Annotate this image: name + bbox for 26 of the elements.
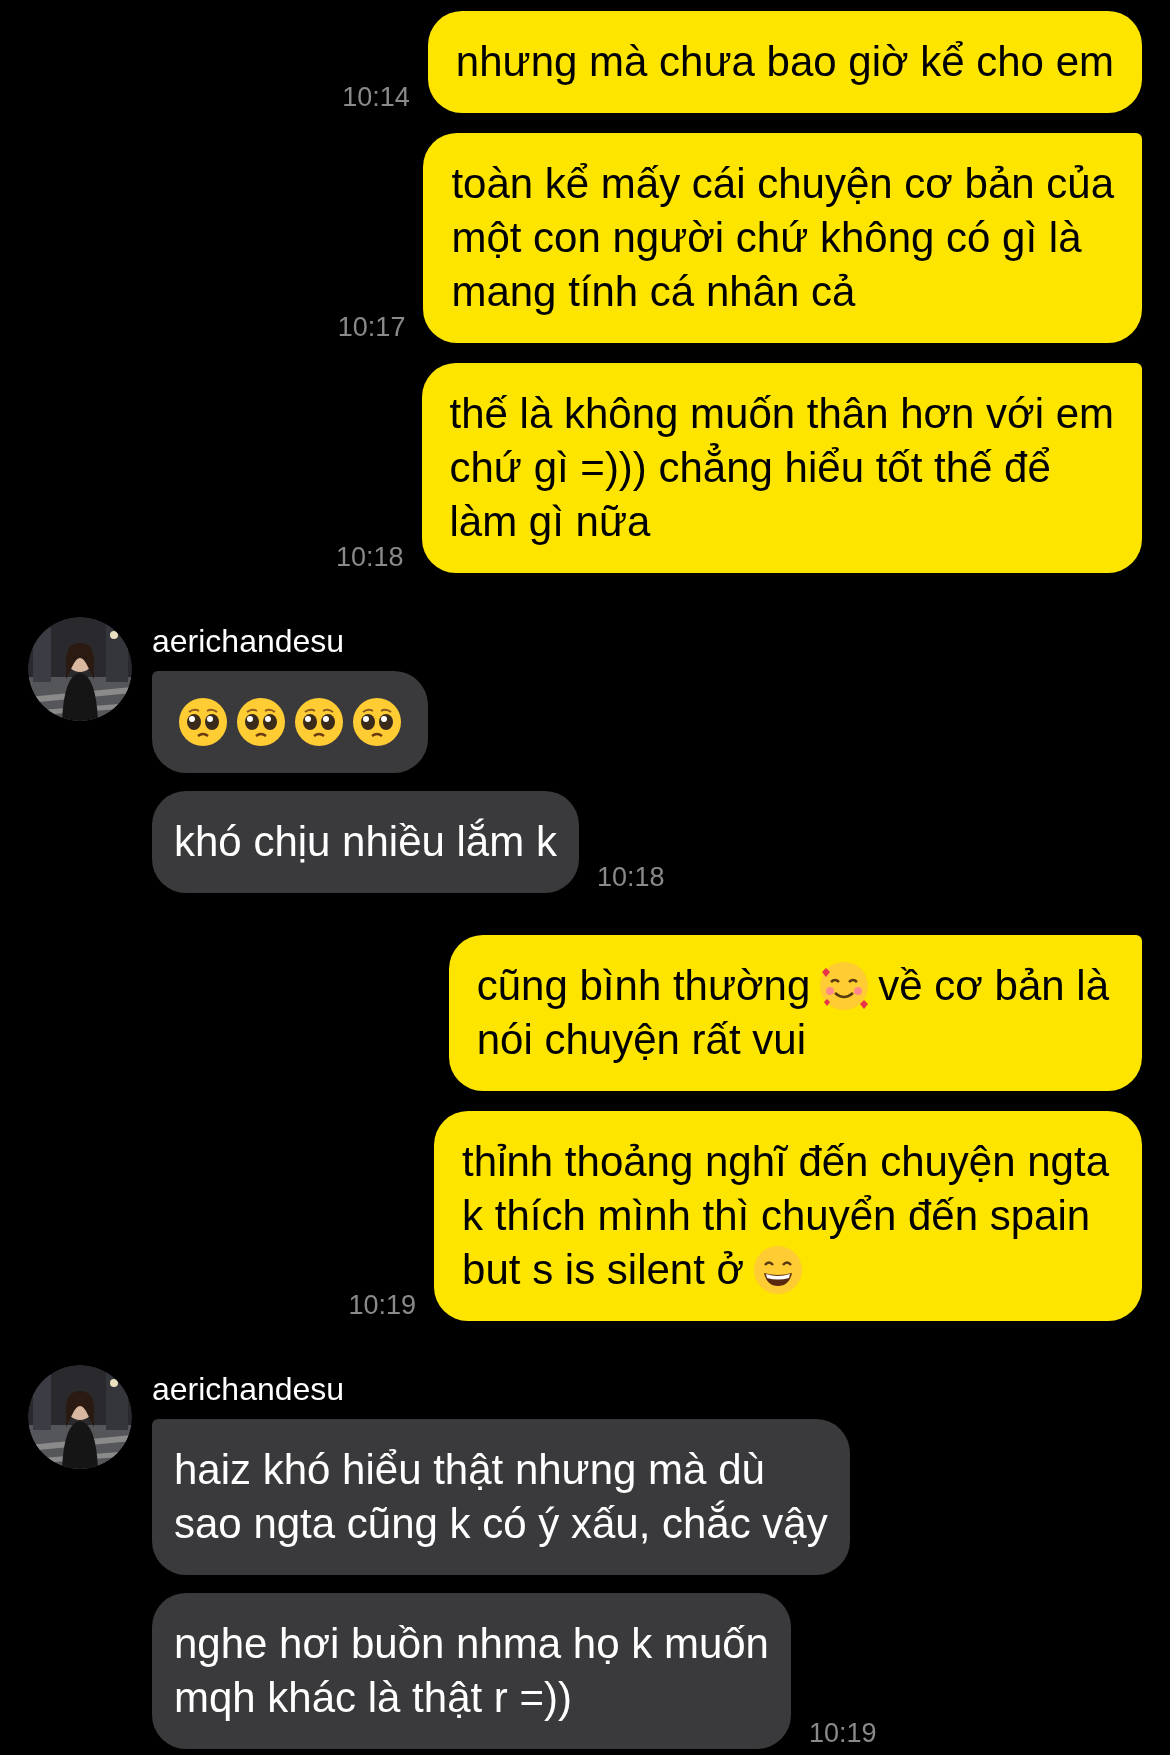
sender-name: aerichandesu: [152, 1371, 346, 1407]
timestamp: 10:18: [596, 864, 665, 893]
smiling-face-with-hearts-icon: [818, 960, 871, 1012]
message-text: k thích mình thì chuyển đến spain: [462, 1191, 1091, 1241]
pleading-face-icon: [235, 696, 287, 748]
timestamp: 10:18: [335, 544, 404, 573]
message-text: toàn kể mấy cái chuyện cơ bản của một con người chứ không có gì là mang tính cá nhân cả: [451, 159, 1114, 317]
message-text: nghe hơi buồn nhma họ k muốn mqh khác là thật r =)): [174, 1619, 769, 1723]
message-text: thỉnh thoảng nghĩ đến chuyện ngta: [462, 1137, 1109, 1187]
timestamp: 10:19: [348, 1292, 417, 1321]
pleading-face-icon: [293, 696, 345, 748]
pleading-face-icon: [177, 696, 229, 748]
message-text: nhưng mà chưa bao giờ kể cho em: [455, 37, 1114, 87]
grinning-face-icon: [752, 1244, 805, 1296]
message-text: khó chịu nhiều lắm k: [174, 817, 557, 867]
message-text: về cơ bản là: [878, 961, 1109, 1011]
message-text: haiz khó hiểu thật nhưng mà dù sao ngta cũng k có ý xấu, chắc vậy: [174, 1445, 828, 1549]
message-text: nói chuyện rất vui: [476, 1015, 806, 1065]
pleading-face-icon: [351, 696, 403, 748]
timestamp: 10:19: [808, 1720, 877, 1749]
message-text: cũng bình thường: [476, 961, 811, 1011]
message-text: but s is silent ở: [462, 1245, 745, 1295]
sender-name: aerichandesu: [152, 623, 346, 659]
timestamp: 10:14: [342, 84, 410, 113]
message-text: thế là không muốn thân hơn với em chứ gì =))) chẳng hiểu tốt thế để làm gì nữa: [449, 389, 1114, 547]
timestamp: 10:17: [337, 314, 406, 343]
